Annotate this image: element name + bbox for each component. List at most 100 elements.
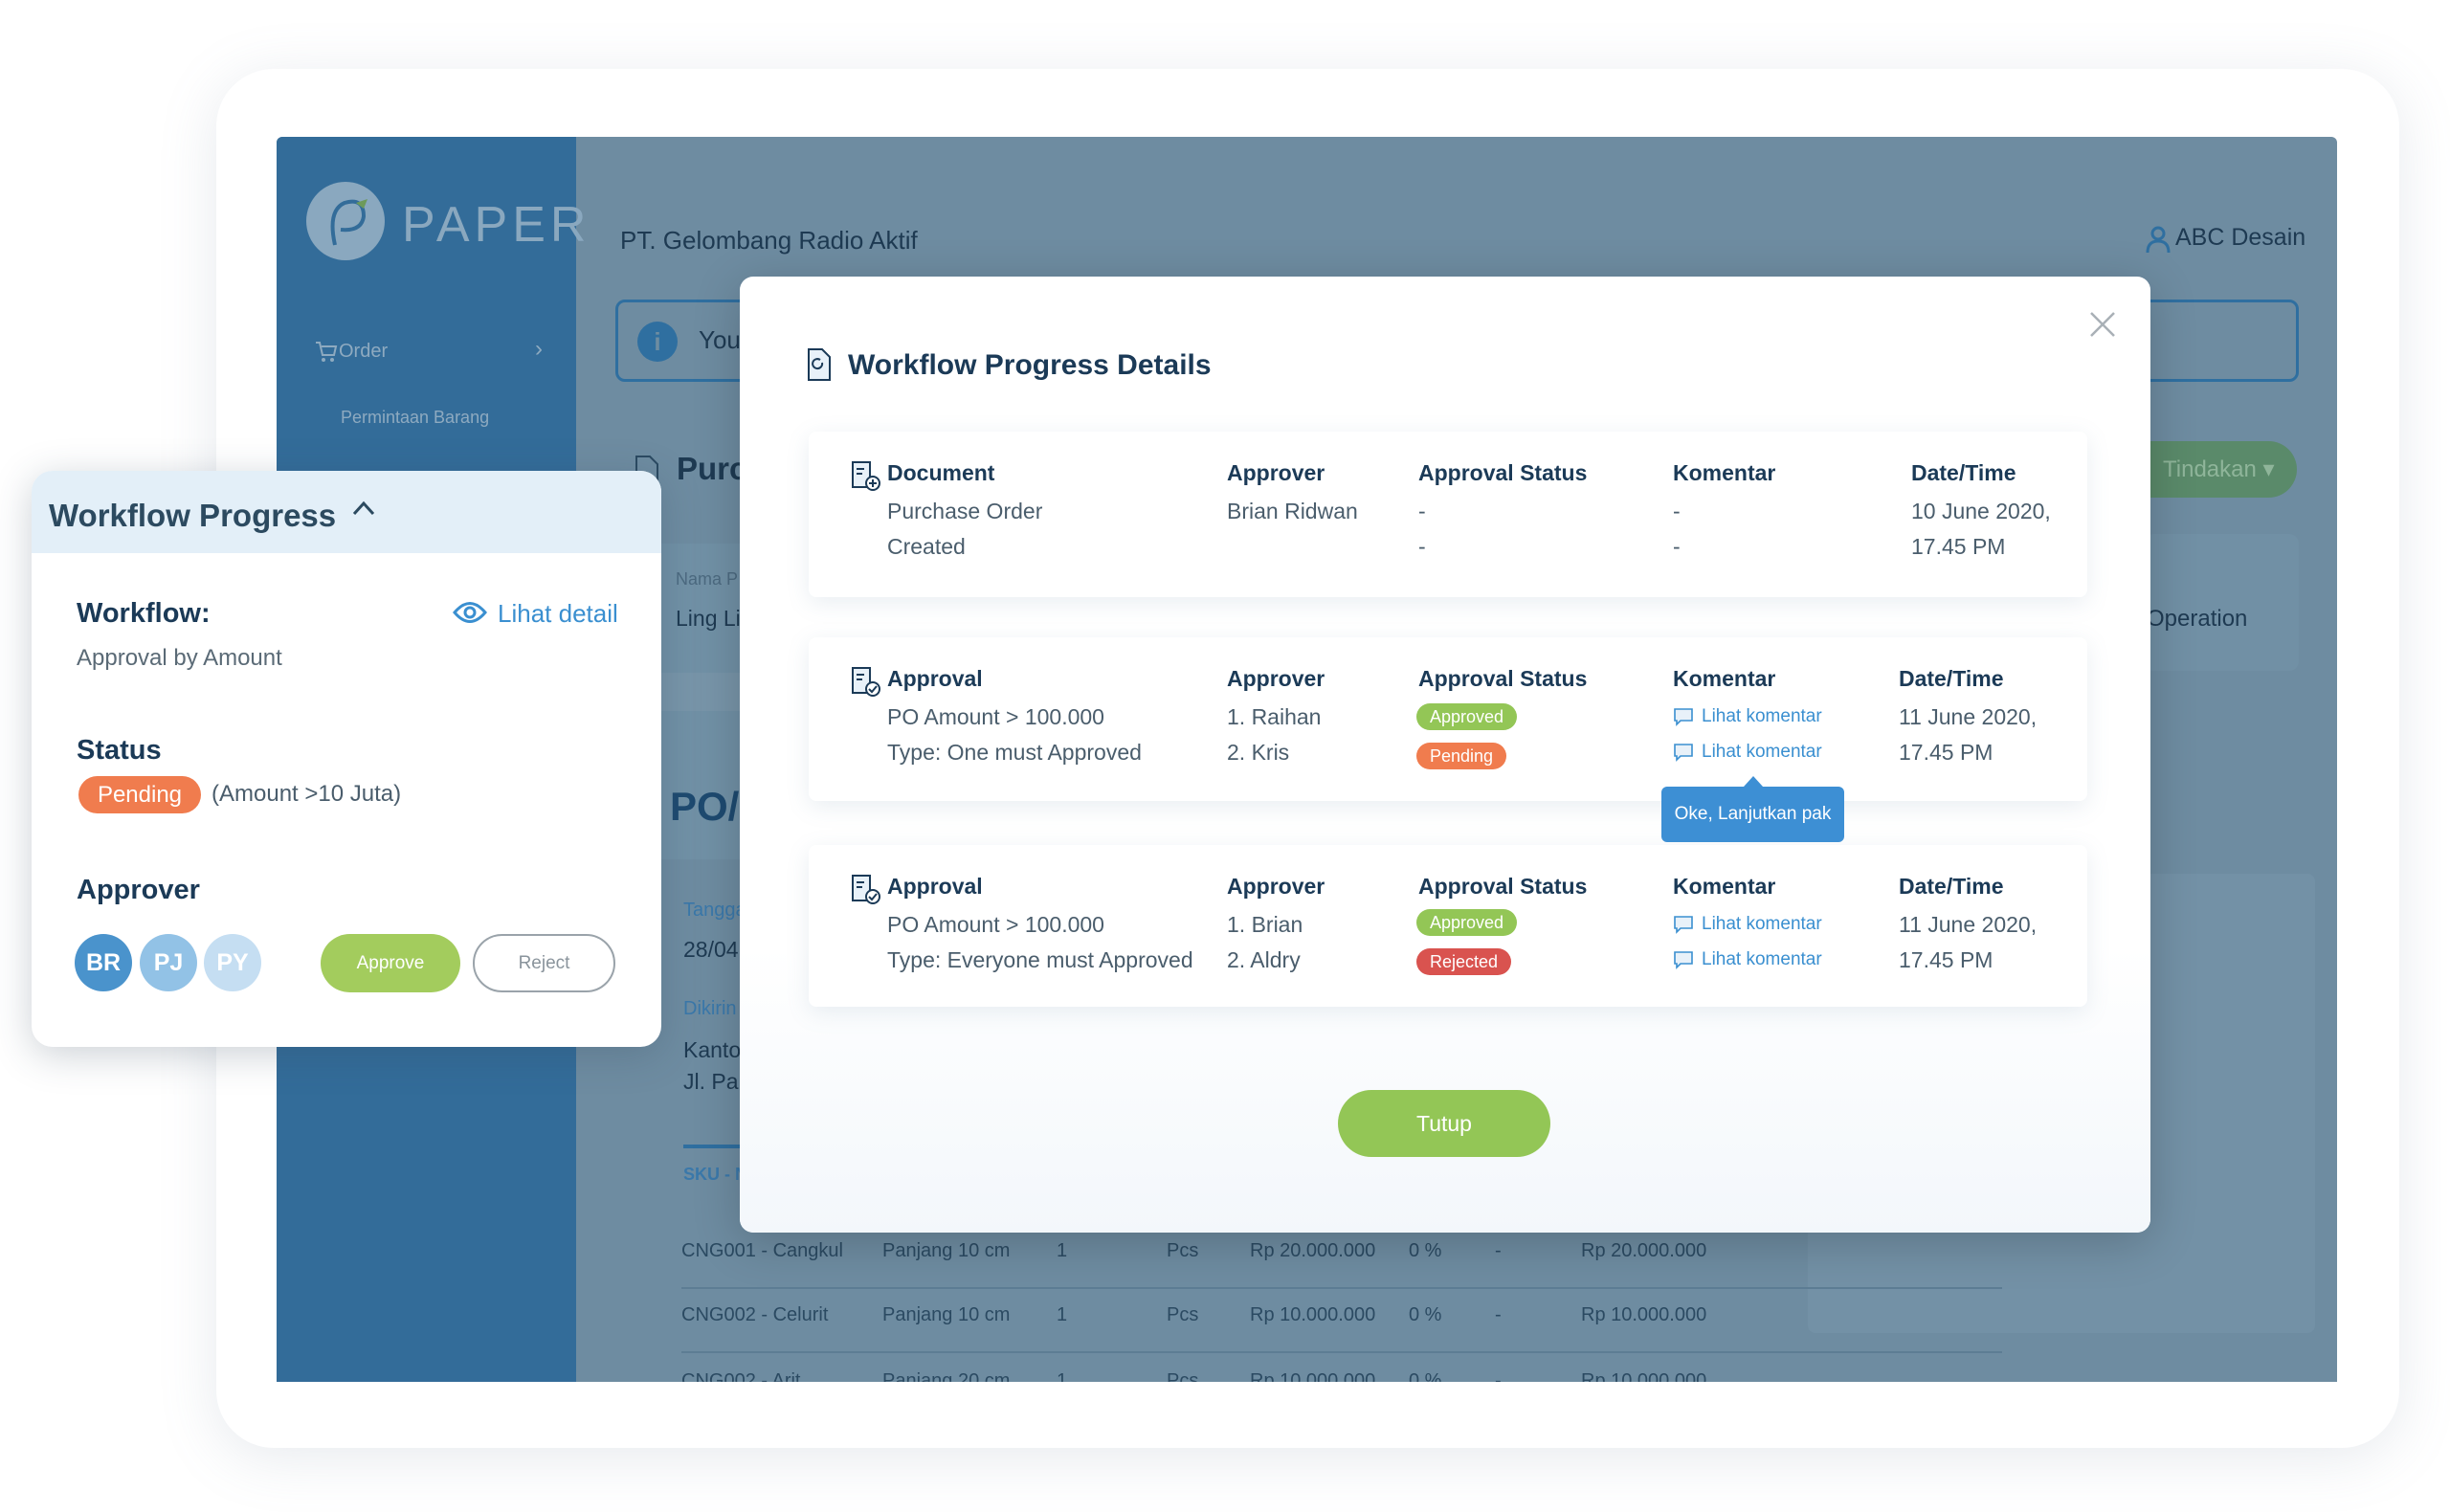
nama-value: Ling Li bbox=[676, 606, 741, 631]
tanggal-value: 28/04 bbox=[683, 937, 739, 962]
chevron-up-icon[interactable] bbox=[351, 498, 376, 523]
step-type: Approval bbox=[887, 666, 983, 691]
rejected-badge: Rejected bbox=[1416, 948, 1512, 975]
step-type: Document bbox=[887, 460, 995, 485]
avatar[interactable]: PJ bbox=[140, 934, 197, 991]
document-check-icon bbox=[850, 874, 882, 911]
status-badge: Pending bbox=[78, 776, 201, 813]
workflow-step-card: Approval PO Amount > 100.000 Type: One m… bbox=[809, 637, 2087, 801]
link-label[interactable]: Lihat komentar bbox=[1702, 706, 1822, 726]
time-value: 17.45 PM bbox=[1911, 534, 2006, 559]
table-cell: CNG002 - Arit bbox=[681, 1370, 801, 1382]
approver-name: 1. Brian bbox=[1227, 912, 1303, 937]
approver-header: Approver bbox=[1227, 666, 1325, 691]
table-cell: 0 % bbox=[1409, 1304, 1442, 1325]
date-header: Date/Time bbox=[1911, 460, 2016, 485]
cart-icon bbox=[314, 340, 339, 369]
operation-panel bbox=[2144, 534, 2299, 671]
modal-title: Workflow Progress Details bbox=[848, 349, 1212, 381]
section-title: Purc bbox=[677, 451, 747, 486]
refresh-document-icon bbox=[803, 347, 832, 387]
komentar-header: Komentar bbox=[1673, 874, 1776, 899]
dikirim-label: Dikirin bbox=[683, 998, 737, 1019]
table-cell: Pcs bbox=[1167, 1304, 1199, 1325]
lihat-detail-link[interactable]: Lihat detail bbox=[498, 599, 618, 629]
info-text: You bbox=[699, 325, 741, 354]
approver-label: Approver bbox=[77, 875, 200, 905]
lihat-komentar-link[interactable]: Lihat komentar bbox=[1673, 949, 1822, 970]
document-add-icon bbox=[850, 460, 882, 498]
avatar[interactable]: PY bbox=[204, 934, 261, 991]
eye-icon[interactable] bbox=[453, 600, 487, 630]
komentar-header: Komentar bbox=[1673, 460, 1776, 485]
step-line2: Type: One must Approved bbox=[887, 740, 1142, 765]
status-header: Approval Status bbox=[1418, 666, 1588, 691]
status-header: Approval Status bbox=[1418, 874, 1588, 899]
approved-badge: Approved bbox=[1416, 909, 1518, 936]
approver-header: Approver bbox=[1227, 874, 1325, 899]
sidebar-item-order[interactable]: Order bbox=[339, 341, 388, 363]
table-cell: 0 % bbox=[1409, 1370, 1442, 1382]
operation-text: Operation bbox=[2147, 606, 2248, 632]
status-value: - bbox=[1418, 534, 1426, 559]
step-line1: PO Amount > 100.000 bbox=[887, 704, 1104, 729]
link-label[interactable]: Lihat komentar bbox=[1702, 742, 1822, 762]
approve-button[interactable]: Approve bbox=[321, 934, 460, 992]
company-name: PT. Gelombang Radio Aktif bbox=[620, 226, 918, 255]
date-header: Date/Time bbox=[1899, 666, 2004, 691]
tindakan-label: Tindakan bbox=[2163, 456, 2257, 482]
step-line2: Created bbox=[887, 534, 966, 559]
link-label[interactable]: Lihat komentar bbox=[1702, 914, 1822, 934]
tutup-button[interactable]: Tutup bbox=[1338, 1090, 1550, 1157]
workflow-progress-panel: Workflow Progress Workflow: Lihat detail… bbox=[32, 471, 661, 1047]
approver-header: Approver bbox=[1227, 460, 1325, 485]
link-label[interactable]: Lihat komentar bbox=[1702, 949, 1822, 969]
table-cell: Pcs bbox=[1167, 1240, 1199, 1261]
table-cell: 0 % bbox=[1409, 1240, 1442, 1261]
comment-icon bbox=[1674, 916, 1693, 934]
step-line2: Type: Everyone must Approved bbox=[887, 947, 1193, 972]
time-value: 17.45 PM bbox=[1899, 740, 1993, 765]
po-title: PO/ bbox=[670, 784, 740, 829]
panel-title: Workflow Progress bbox=[49, 498, 337, 533]
lihat-komentar-link[interactable]: Lihat komentar bbox=[1673, 706, 1822, 727]
sidebar-item-permintaan-barang[interactable]: Permintaan Barang bbox=[341, 408, 489, 428]
table-cell: 1 bbox=[1057, 1304, 1068, 1325]
close-icon[interactable] bbox=[2089, 311, 2116, 343]
table-cell: CNG002 - Celurit bbox=[681, 1304, 829, 1325]
table-cell: CNG001 - Cangkul bbox=[681, 1240, 843, 1261]
reject-button[interactable]: Reject bbox=[473, 934, 615, 992]
table-cell: Panjang 10 cm bbox=[882, 1304, 1011, 1325]
info-icon: i bbox=[637, 322, 678, 362]
table-row: CNG001 - Cangkul Panjang 10 cm 1 Pcs Rp 20.0… bbox=[681, 1225, 2002, 1289]
comment-icon bbox=[1674, 744, 1693, 762]
table-cell: 1 bbox=[1057, 1370, 1068, 1382]
avatar[interactable]: BR bbox=[75, 934, 132, 991]
status-header: Approval Status bbox=[1418, 460, 1588, 485]
workflow-step-card: Document Purchase Order Created Approver… bbox=[809, 432, 2087, 597]
nama-label: Nama P bbox=[676, 569, 739, 589]
user-name[interactable]: ABC Desain bbox=[2175, 224, 2305, 252]
address-line1: Kanto bbox=[683, 1037, 742, 1062]
table-cell: 1 bbox=[1057, 1240, 1068, 1261]
pending-badge: Pending bbox=[1416, 743, 1507, 769]
comment-icon bbox=[1674, 951, 1693, 969]
komentar-value: - bbox=[1673, 534, 1681, 559]
lihat-komentar-link[interactable]: Lihat komentar bbox=[1673, 742, 1822, 763]
logo-text: PAPER bbox=[402, 197, 591, 253]
status-label: Status bbox=[77, 735, 162, 766]
table-cell: Rp 10.000.000 bbox=[1581, 1304, 1707, 1325]
table-cell: Panjang 20 cm bbox=[882, 1370, 1011, 1382]
lihat-komentar-link[interactable]: Lihat komentar bbox=[1673, 914, 1822, 935]
table-row: CNG002 - Celurit Panjang 10 cm 1 Pcs Rp 10.0… bbox=[681, 1289, 2002, 1353]
step-type: Approval bbox=[887, 874, 983, 899]
table-cell: Rp 20.000.000 bbox=[1581, 1240, 1707, 1261]
approver-name: 2. Aldry bbox=[1227, 947, 1301, 972]
table-cell: - bbox=[1495, 1240, 1502, 1261]
table-cell: Panjang 10 cm bbox=[882, 1240, 1011, 1261]
komentar-value: - bbox=[1673, 499, 1681, 523]
address-line2: Jl. Pal bbox=[683, 1069, 744, 1094]
date-value: 11 June 2020, bbox=[1899, 912, 2038, 937]
chevron-right-icon[interactable]: › bbox=[535, 336, 543, 363]
workflow-label: Workflow: bbox=[77, 598, 211, 629]
